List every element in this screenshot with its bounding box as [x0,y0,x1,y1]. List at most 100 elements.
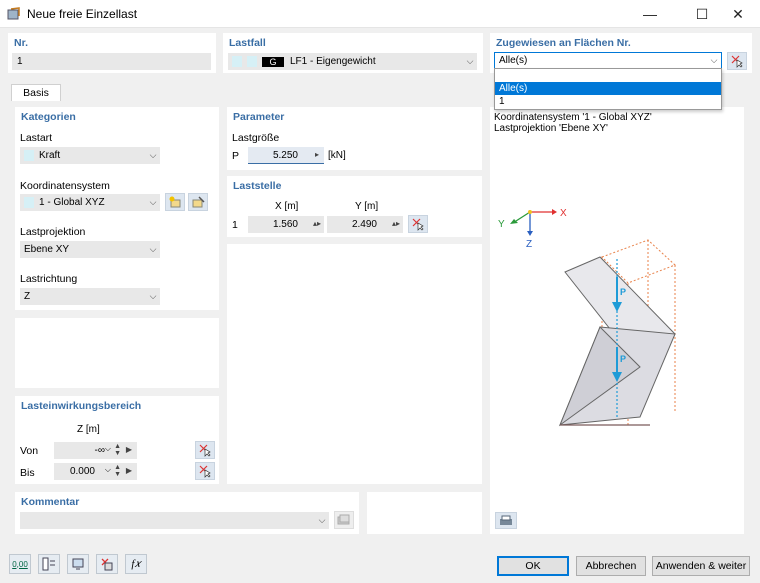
new-coordsys-icon [169,196,181,208]
kommentar-panel: Kommentar ⌵ [15,492,359,534]
kategorien-title: Kategorien [21,111,76,123]
zugewiesen-select[interactable]: Alle(s) ⌵ [494,52,722,69]
zugewiesen-dropdown-list: Alle(s) 1 [494,68,722,110]
nr-input[interactable]: 1 [12,53,211,70]
lastfall-select[interactable]: G LF1 - Eigengewicht ⌵ [228,53,477,70]
empty-panel [367,492,482,534]
x-value: 1.560 [272,219,298,230]
print-preview-button[interactable] [495,512,517,529]
lastprojektion-value: Ebene XY [24,244,70,255]
units-button[interactable]: 0,00 [9,554,31,574]
p-value: 5.250 [272,149,298,161]
table-button[interactable] [38,554,60,574]
x-input[interactable]: 1.560 ▴▸ [248,216,324,233]
lastrichtung-select[interactable]: Z ⌵ [20,288,160,305]
koord-value: 1 - Global XYZ [39,197,105,208]
lastart-select[interactable]: Kraft ⌵ [20,147,160,164]
preview-line-1: Koordinatensystem '1 - Global XYZ' [494,112,652,123]
table-icon [42,557,55,571]
koord-label: Koordinatensystem [20,180,110,192]
kommentar-input[interactable]: ⌵ [20,512,329,529]
formula-icon: f𝑥 [131,557,141,570]
lastrichtung-value: Z [24,291,31,302]
spinner-icon[interactable]: ▲ ▼ [114,464,121,478]
dropdown-option[interactable]: 1 [495,95,721,108]
axis-gizmo: X Y Z [498,208,567,250]
bis-label: Bis [20,467,35,479]
delete-selection-button[interactable] [96,554,118,574]
y-header: Y [m] [355,201,379,212]
parameter-panel: Parameter Lastgröße P 5.250 ▸ [kN] [227,107,482,170]
bis-value: 0.000 [69,466,95,477]
pick-cursor-icon [199,444,211,457]
view-button[interactable] [67,554,89,574]
spinner-arrow-icon[interactable]: ▴▸ [392,219,400,228]
svg-text:X: X [560,208,567,219]
lasteinwirkung-title: Lasteinwirkungsbereich [21,400,142,412]
chevron-down-icon: ⌵ [318,515,326,525]
cancel-button[interactable]: Abbrechen [576,556,646,576]
koord-select[interactable]: 1 - Global XYZ ⌵ [20,194,160,211]
app-icon [7,7,20,20]
view-icon [72,558,84,570]
delete-selection-icon [101,558,113,571]
von-label: Von [20,445,39,457]
edit-coordsys-button[interactable] [188,193,208,211]
lastfall-label: Lastfall [229,37,266,49]
arrow-right-icon[interactable]: ▶ [126,445,132,454]
row-number: 1 [232,219,238,231]
loadcase-code-badge: G [262,56,284,67]
lastart-label: Lastart [20,132,53,144]
formula-button[interactable]: f𝑥 [125,554,147,574]
arrow-right-icon[interactable]: ▶ [126,466,132,475]
empty-panel [15,318,219,388]
chevron-down-icon: ⌵ [149,291,157,301]
svg-text:Y: Y [498,219,505,230]
units-icon: 0,00 [12,559,28,569]
comment-library-button[interactable] [334,511,354,529]
kommentar-title: Kommentar [21,496,80,508]
color-swatch [232,56,242,67]
zugewiesen-label: Zugewiesen an Flächen Nr. [496,37,631,49]
lastprojektion-select[interactable]: Ebene XY ⌵ [20,241,160,258]
close-button[interactable]: ✕ [716,0,760,28]
zugewiesen-panel: Zugewiesen an Flächen Nr. Alle(s) ⌵ [490,33,752,73]
lastrichtung-label: Lastrichtung [20,273,78,285]
chevron-down-icon: ⌵ [710,55,718,65]
pick-cursor-icon [412,218,424,231]
pick-location-button[interactable] [408,215,428,233]
new-coordsys-button[interactable] [165,193,185,211]
spinner-icon[interactable]: ▲ ▼ [114,443,121,457]
pick-von-button[interactable] [195,441,215,459]
svg-text:P: P [620,287,626,297]
bis-input[interactable]: 0.000 ⌵ ▲ ▼ ▶ [54,463,137,480]
lastart-value: Kraft [39,150,61,161]
pick-bis-button[interactable] [195,462,215,480]
ok-button[interactable]: OK [497,556,569,576]
spinner-arrow-icon[interactable]: ▴▸ [313,219,321,228]
spinner-arrow-icon[interactable]: ▸ [315,150,319,159]
title-bar: Neue freie Einzellast — ☐ ✕ [0,0,760,28]
apply-next-button[interactable]: Anwenden & weiter [652,556,750,576]
z-header: Z [m] [77,424,100,435]
chevron-down-icon: ⌵ [104,444,111,453]
x-header: X [m] [275,201,299,212]
p-unit: [kN] [328,150,346,161]
von-input[interactable]: -∞ ⌵ ▲ ▼ ▶ [54,442,137,459]
p-label: P [232,150,240,162]
tab-basis[interactable]: Basis [11,84,61,101]
y-input[interactable]: 2.490 ▴▸ [327,216,403,233]
dropdown-option[interactable]: Alle(s) [495,82,721,95]
lastgroesse-label: Lastgröße [232,132,280,144]
pick-surface-button[interactable] [727,52,747,70]
pick-cursor-icon [731,55,743,68]
chevron-down-icon: ⌵ [149,150,157,160]
minimize-button[interactable]: — [628,0,672,28]
von-value: -∞ [94,445,105,456]
zugewiesen-value: Alle(s) [499,55,528,66]
p-input[interactable]: 5.250 ▸ [248,147,324,164]
window-title: Neue freie Einzellast [27,7,138,21]
preview-line-2: Lastprojektion 'Ebene XY' [494,123,608,134]
color-swatch [24,150,34,161]
nr-panel: Nr. 1 [8,33,216,73]
